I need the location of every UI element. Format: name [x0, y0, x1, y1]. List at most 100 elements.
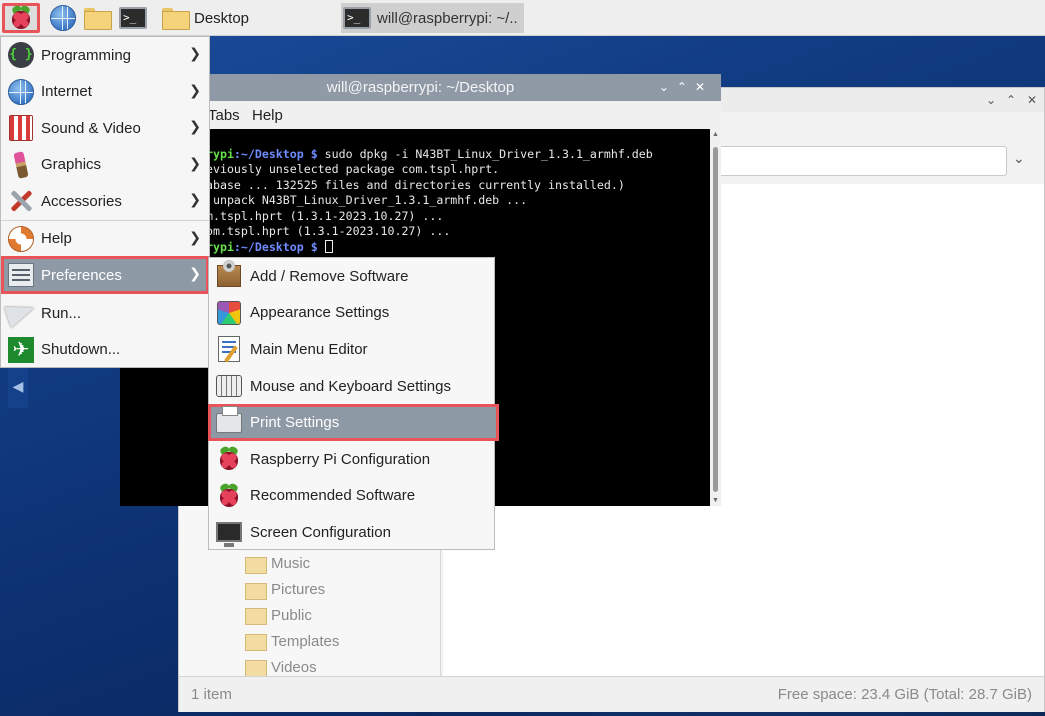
prompt-user: rypi: [206, 239, 234, 254]
menu-item-graphics[interactable]: Graphics ❯: [1, 147, 209, 183]
preferences-icon: [7, 261, 35, 289]
scroll-down-icon[interactable]: ▼: [712, 497, 719, 504]
menu-item-shutdown[interactable]: ✈ Shutdown...: [1, 332, 209, 368]
terminal-title: will@raspberrypi: ~/Desktop: [326, 79, 515, 96]
chevron-right-icon: ❯: [189, 118, 201, 134]
folder-icon: [162, 8, 190, 30]
folder-music-icon: [245, 555, 267, 574]
tree-item-label: Music: [271, 555, 311, 573]
folder-templates-icon: [245, 632, 267, 652]
submenu-item-print-settings[interactable]: Print Settings: [208, 404, 499, 441]
taskbar-window-terminal[interactable]: >_ will@raspberrypi: ~/..: [341, 3, 524, 33]
menu-item-run[interactable]: Run...: [1, 295, 209, 331]
run-icon: [4, 298, 38, 328]
tree-item-pictures[interactable]: Pictures: [245, 577, 339, 603]
menu-item-programming[interactable]: { } Programming ❯: [1, 37, 209, 73]
chevron-down-icon[interactable]: ⌄: [1013, 150, 1025, 167]
submenu-item-recommended-software[interactable]: Recommended Software: [209, 478, 494, 515]
folder-public-icon: [245, 606, 267, 626]
tree-item-label: Pictures: [271, 581, 326, 599]
raspberry-pi-icon: [215, 482, 243, 510]
menu-item-label: Internet: [41, 83, 92, 100]
terminal-line: m.tspl.hprt (1.3.1-2023.10.27) ...: [206, 208, 444, 223]
directory-tree: Music Pictures Public Templates Videos: [245, 551, 339, 680]
tree-item-label: Public: [271, 606, 312, 624]
prompt-path: :~/Desktop $: [233, 146, 318, 161]
menu-help[interactable]: Help: [252, 107, 283, 124]
menu-item-label: Accessories: [41, 192, 122, 210]
menu-item-label: Preferences: [41, 266, 122, 284]
minimize-icon[interactable]: ⌄: [986, 93, 996, 107]
printer-icon: [215, 405, 243, 437]
terminal-launcher[interactable]: >_: [118, 3, 148, 33]
taskbar-window-desktop[interactable]: Desktop: [160, 3, 330, 33]
close-icon[interactable]: ✕: [1027, 93, 1037, 107]
prompt-path: :~/Desktop $: [233, 239, 318, 254]
preferences-submenu: Add / Remove Software Appearance Setting…: [208, 257, 499, 551]
submenu-item-label: Recommended Software: [250, 487, 416, 505]
terminal-line: unpack N43BT_Linux_Driver_1.3.1_armhf.de…: [206, 193, 528, 207]
menu-item-label: Graphics: [41, 156, 102, 173]
free-space: Free space: 23.4 GiB (Total: 28.7 GiB): [777, 686, 1032, 703]
appearance-settings-icon: [215, 299, 243, 327]
close-icon[interactable]: ✕: [695, 80, 713, 94]
accessories-icon: [7, 187, 35, 215]
submenu-item-label: Appearance Settings: [250, 304, 390, 322]
folder-videos-icon: [245, 658, 267, 678]
command-text: [318, 240, 325, 254]
submenu-item-mouse-keyboard-settings[interactable]: Mouse and Keyboard Settings: [209, 368, 494, 405]
menu-item-accessories[interactable]: Accessories ❯: [1, 183, 209, 219]
scroll-up-icon[interactable]: ▲: [712, 131, 719, 138]
file-manager-launcher[interactable]: [82, 3, 112, 33]
keyboard-icon: [215, 372, 243, 400]
prompt-user: rypi: [206, 146, 234, 161]
taskbar-window-label: will@raspberrypi: ~/..: [377, 9, 518, 27]
window-controls[interactable]: ⌄⌃✕: [659, 74, 713, 101]
menu-item-label: Sound & Video: [41, 119, 141, 137]
menu-item-help[interactable]: Help ❯: [1, 221, 209, 257]
chevron-right-icon: ❯: [189, 45, 201, 61]
shutdown-icon: ✈: [7, 336, 35, 364]
left-arrow-icon[interactable]: ◀: [8, 368, 28, 408]
submenu-item-raspberry-pi-configuration[interactable]: Raspberry Pi Configuration: [209, 441, 494, 478]
maximize-icon[interactable]: ⌃: [1006, 93, 1016, 107]
terminal-titlebar[interactable]: will@raspberrypi: ~/Desktop ⌄⌃✕: [120, 74, 721, 101]
tree-item-templates[interactable]: Templates: [245, 628, 339, 654]
menu-tabs[interactable]: Tabs: [208, 107, 240, 124]
taskbar: >_ Desktop >_ will@raspberrypi: ~/..: [0, 0, 1045, 36]
status-bar: 1 item Free space: 23.4 GiB (Total: 28.7…: [179, 676, 1044, 712]
menu-item-preferences[interactable]: Preferences ❯: [1, 256, 209, 294]
chevron-right-icon: ❯: [189, 228, 201, 245]
submenu-item-appearance-settings[interactable]: Appearance Settings: [209, 295, 494, 332]
maximize-icon[interactable]: ⌃: [677, 80, 695, 94]
menu-item-label: Help: [41, 230, 72, 247]
terminal-scrollbar[interactable]: ▲ ▼: [710, 129, 721, 506]
sound-video-icon: [7, 114, 35, 142]
submenu-item-screen-configuration[interactable]: Screen Configuration: [209, 514, 494, 551]
menu-item-label: Run...: [41, 304, 82, 322]
terminal-icon: >_: [343, 7, 371, 29]
tree-item-public[interactable]: Public: [245, 603, 339, 629]
main-menu-button[interactable]: [2, 3, 40, 33]
menu-item-internet[interactable]: Internet ❯: [1, 74, 209, 110]
text-cursor: [324, 239, 333, 253]
terminal-line: rypi:~/Desktop $: [206, 239, 333, 254]
web-browser-launcher[interactable]: [48, 3, 78, 33]
tree-item-music[interactable]: Music: [245, 551, 339, 577]
programming-icon: { }: [7, 41, 35, 69]
submenu-item-main-menu-editor[interactable]: Main Menu Editor: [209, 331, 494, 368]
chevron-right-icon: ❯: [189, 81, 201, 98]
chevron-right-icon: ❯: [189, 154, 201, 171]
chevron-right-icon: ❯: [189, 191, 201, 207]
terminal-line: eviously unselected package com.tspl.hpr…: [206, 162, 500, 176]
terminal-icon: >_: [119, 7, 147, 29]
menu-editor-icon: [215, 335, 243, 363]
menu-item-sound-video[interactable]: Sound & Video ❯: [1, 110, 209, 146]
main-menu: { } Programming ❯ Internet ❯ Sound & Vid…: [0, 36, 210, 368]
terminal-menubar: Tabs Help: [120, 101, 721, 129]
submenu-item-add-remove-software[interactable]: Add / Remove Software: [209, 258, 494, 295]
menu-item-label: Programming: [41, 46, 132, 64]
minimize-icon[interactable]: ⌄: [659, 80, 677, 94]
submenu-item-label: Main Menu Editor: [250, 340, 368, 358]
terminal-line: om.tspl.hprt (1.3.1-2023.10.27) ...: [206, 224, 451, 238]
